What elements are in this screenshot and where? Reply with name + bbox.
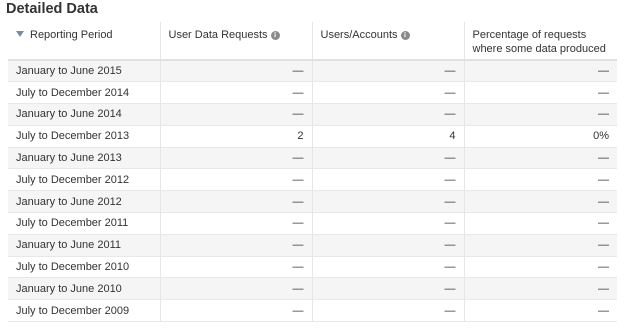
info-icon[interactable]: i xyxy=(400,31,410,40)
period-cell: January to June 2013 xyxy=(8,147,160,170)
period-cell: July to December 2009 xyxy=(8,299,160,323)
table-row: January to June 2013— — — xyxy=(8,147,617,170)
table-row: July to December 2009— — — xyxy=(8,299,617,323)
users-accounts-cell: — xyxy=(311,81,464,105)
percentage-cell: — xyxy=(463,277,617,301)
user-data-requests-cell: — xyxy=(159,299,312,323)
users-accounts-cell: — xyxy=(311,60,464,83)
user-data-requests-cell: — xyxy=(159,103,312,126)
user-data-requests-cell: — xyxy=(159,147,312,170)
percentage-cell: — xyxy=(463,60,617,83)
table-row: January to June 2014— — — xyxy=(8,103,617,126)
table-row: July to December 2010— — — xyxy=(8,256,617,279)
period-cell: January to June 2012 xyxy=(8,190,160,214)
users-accounts-cell: — xyxy=(311,256,464,279)
percentage-cell: — xyxy=(463,190,617,214)
detailed-data-table: Reporting Period User Data Requests i Use… xyxy=(8,22,617,323)
sort-down-icon[interactable] xyxy=(16,31,24,37)
table-body: January to June 2015— — — July to December … xyxy=(8,60,617,323)
users-accounts-cell: — xyxy=(311,190,464,214)
period-cell: July to December 2014 xyxy=(8,81,160,105)
percentage-cell: — xyxy=(463,234,617,257)
column-header-reporting-period[interactable]: Reporting Period xyxy=(8,22,160,61)
table-row: January to June 2012— — — xyxy=(8,190,617,214)
users-accounts-cell: — xyxy=(311,277,464,301)
users-accounts-cell: — xyxy=(311,103,464,126)
column-header-label: Users/Accounts xyxy=(320,29,398,41)
period-cell: January to June 2011 xyxy=(8,234,160,257)
users-accounts-cell: — xyxy=(311,147,464,170)
user-data-requests-cell: — xyxy=(159,168,312,192)
user-data-requests-cell: — xyxy=(159,60,312,83)
column-header-percentage[interactable]: Percentage of requests where some data p… xyxy=(463,22,617,61)
users-accounts-cell: — xyxy=(311,212,464,235)
user-data-requests-cell: — xyxy=(159,81,312,105)
column-header-label: Reporting Period xyxy=(30,29,113,41)
percentage-cell: — xyxy=(463,168,617,192)
period-cell: January to June 2010 xyxy=(8,277,160,301)
column-header-user-data-requests[interactable]: User Data Requests i xyxy=(159,22,312,61)
period-cell: January to June 2014 xyxy=(8,103,160,126)
table-row: July to December 2012— — — xyxy=(8,168,617,192)
users-accounts-cell: — xyxy=(311,299,464,323)
user-data-requests-cell: — xyxy=(159,190,312,214)
user-data-requests-cell: — xyxy=(159,234,312,257)
percentage-cell: — xyxy=(463,147,617,170)
percentage-cell: 0% xyxy=(463,125,617,148)
percentage-cell: — xyxy=(463,212,617,235)
section-title: Detailed Data xyxy=(6,1,98,17)
column-header-users-accounts[interactable]: Users/Accounts i xyxy=(311,22,464,61)
percentage-cell: — xyxy=(463,256,617,279)
period-cell: July to December 2010 xyxy=(8,256,160,279)
user-data-requests-cell: 2 xyxy=(159,125,312,148)
table-row: January to June 2011— — — xyxy=(8,234,617,257)
user-data-requests-cell: — xyxy=(159,277,312,301)
table-header-row: Reporting Period User Data Requests i Use… xyxy=(8,22,617,61)
table-row: January to June 2010— — — xyxy=(8,277,617,301)
user-data-requests-cell: — xyxy=(159,256,312,279)
percentage-cell: — xyxy=(463,103,617,126)
percentage-cell: — xyxy=(463,299,617,323)
users-accounts-cell: — xyxy=(311,168,464,192)
column-header-label: User Data Requests xyxy=(168,29,268,41)
users-accounts-cell: 4 xyxy=(311,125,464,148)
column-header-label: Percentage of requests where some data p… xyxy=(472,29,606,55)
percentage-cell: — xyxy=(463,81,617,105)
table-row: July to December 2014— — — xyxy=(8,81,617,105)
info-icon[interactable]: i xyxy=(270,31,280,40)
users-accounts-cell: — xyxy=(311,234,464,257)
table-row: July to December 2011— — — xyxy=(8,212,617,235)
period-cell: July to December 2012 xyxy=(8,168,160,192)
table-row: January to June 2015— — — xyxy=(8,60,617,83)
period-cell: July to December 2013 xyxy=(8,125,160,148)
table-row: July to December 2013 2 4 0% xyxy=(8,125,617,148)
period-cell: January to June 2015 xyxy=(8,60,160,83)
user-data-requests-cell: — xyxy=(159,212,312,235)
period-cell: July to December 2011 xyxy=(8,212,160,235)
